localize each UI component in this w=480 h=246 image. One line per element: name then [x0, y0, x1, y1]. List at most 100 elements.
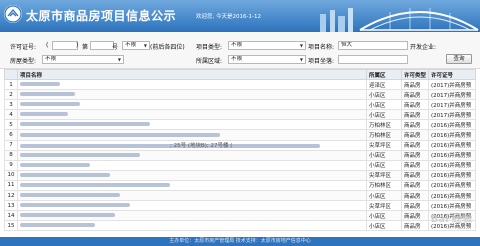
row-district: 小店区 — [366, 220, 402, 232]
row-license-number[interactable]: (2016)并商房预 — [428, 129, 476, 141]
table-row[interactable]: 9 小店区 商品房 (2016)并商房预 — [4, 159, 476, 171]
blurred-project-name[interactable] — [20, 152, 140, 157]
row-district: 小店区 — [366, 89, 402, 101]
site-title: 太原市商品房项目信息公示 — [26, 9, 177, 23]
blurred-project-name[interactable] — [20, 193, 120, 198]
blurred-project-name[interactable] — [20, 162, 90, 167]
project-name-link[interactable] — [17, 129, 367, 141]
table-row[interactable]: 14 小店区 商品房 (2016)并商房预 — [4, 210, 476, 222]
blurred-project-name[interactable] — [20, 223, 95, 228]
license-paren-close: ) — [76, 42, 79, 49]
blurred-project-name[interactable] — [20, 203, 130, 208]
row-license-number[interactable]: (2016)并商房预 — [428, 169, 476, 181]
table-row[interactable]: 15 小店区 商品房 (2016)并商房预 — [4, 220, 476, 232]
project-name-link[interactable] — [17, 89, 367, 101]
blurred-project-name[interactable] — [20, 182, 170, 187]
row-license-number[interactable]: (2016)并商房预 — [428, 159, 476, 171]
table-row[interactable]: 6 万柏林区 商品房 (2016)并商房预 — [4, 129, 476, 141]
row-license-number[interactable]: (2017)并商房预 — [428, 99, 476, 111]
project-name-link[interactable] — [17, 200, 367, 212]
row-license-number[interactable]: (2017)并商房预 — [428, 89, 476, 101]
license-type-select[interactable]: 不限 ▼ — [122, 41, 150, 50]
row-index: 3 — [4, 99, 18, 111]
row-district: 尖草坪区 — [366, 139, 402, 151]
blurred-project-name[interactable] — [20, 112, 68, 117]
header-banner: 太原市商品房项目信息公示 欢迎您, 今天是2016-1-12 — [0, 0, 480, 32]
project-name-link[interactable] — [17, 109, 367, 121]
row-license-number[interactable]: (2017)并商房预 — [428, 78, 476, 91]
row-index: 9 — [4, 159, 18, 171]
table-row[interactable]: 13 尖草坪区 商品房 (2016)并商房预 — [4, 200, 476, 212]
row-license-number[interactable]: (2016)并商房预 — [428, 139, 476, 151]
row-index: 2 — [4, 89, 18, 101]
row-district: 小店区 — [366, 159, 402, 171]
row-license-type: 商品房 — [401, 119, 429, 131]
query-button[interactable]: 查询 — [446, 54, 472, 64]
project-name-link[interactable] — [17, 190, 367, 202]
table-row[interactable]: 10 尖草坪区 商品房 (2016)并商房预 — [4, 169, 476, 181]
table-row[interactable]: 5 万柏林区 商品房 (2016)并商房预 — [4, 119, 476, 131]
project-name-input[interactable]: 恒大 — [338, 41, 408, 50]
blurred-project-name[interactable] — [20, 102, 80, 107]
site-logo-icon — [4, 5, 22, 23]
table-row[interactable]: 11 万柏林区 商品房 (2016)并商房预 — [4, 179, 476, 192]
col-license-header: 许可证号 — [428, 69, 476, 80]
license-number-input[interactable] — [90, 41, 114, 50]
district-select[interactable]: 不限 ▼ — [228, 55, 306, 64]
blurred-project-name[interactable] — [20, 92, 75, 97]
row-index: 10 — [4, 169, 18, 181]
row-license-type: 商品房 — [401, 129, 429, 141]
license-label: 许可证号: — [10, 44, 37, 51]
row-district: 小店区 — [366, 210, 402, 222]
blurred-project-name[interactable] — [20, 132, 220, 137]
project-type-select[interactable]: 不限 ▼ — [228, 41, 306, 50]
row-license-number[interactable]: (2016)并商房预 — [428, 190, 476, 202]
blurred-project-name[interactable] — [20, 213, 115, 218]
row-license-number[interactable]: (2017)并商房预 — [428, 109, 476, 121]
blurred-project-name[interactable] — [20, 82, 60, 87]
district-label: 所属区域: — [196, 58, 223, 65]
project-name-link[interactable]: ; 25号 (地块B); 27号楼 ( — [17, 139, 367, 151]
project-name-link[interactable] — [17, 179, 367, 192]
license-paren-open: ( — [46, 42, 49, 49]
row-index: 15 — [4, 220, 18, 232]
project-name-link[interactable] — [17, 78, 367, 91]
row-index: 4 — [4, 109, 18, 121]
col-index-header — [4, 69, 18, 80]
house-type-select[interactable]: 不限 ▼ — [42, 55, 124, 64]
row-license-number[interactable]: (2016)并商房预 — [428, 179, 476, 192]
watermark-logo: Bai 经验 — [430, 214, 472, 225]
project-name-link[interactable] — [17, 119, 367, 131]
table-row[interactable]: 2 小店区 商品房 (2017)并商房预 — [4, 89, 476, 101]
row-license-type: 商品房 — [401, 169, 429, 181]
license-year-input[interactable] — [52, 41, 78, 50]
project-name-link[interactable] — [17, 220, 367, 232]
row-district: 迎泽区 — [366, 78, 402, 91]
table-row[interactable]: 4 小店区 商品房 (2017)并商房预 — [4, 109, 476, 121]
project-name-link[interactable] — [17, 149, 367, 161]
project-name-link[interactable] — [17, 169, 367, 181]
blurred-project-name[interactable] — [20, 122, 150, 127]
project-name-label: 项目名称: — [308, 44, 335, 51]
row-license-type: 商品房 — [401, 89, 429, 101]
table-row[interactable]: 8 小店区 商品房 (2016)并商房预 — [4, 149, 476, 161]
table-row[interactable]: 12 小店区 商品房 (2016)并商房预 — [4, 190, 476, 202]
row-district: 小店区 — [366, 99, 402, 111]
table-row[interactable]: 1 迎泽区 商品房 (2017)并商房预 — [4, 78, 476, 91]
developer-label: 开发企业: — [410, 44, 437, 51]
address-input[interactable] — [338, 55, 408, 64]
row-license-number[interactable]: (2016)并商房预 — [428, 119, 476, 131]
search-panel: 许可证号: ( ) 第 号 不限 ▼ (前后各四位) 项目类型: 不限 ▼ 项目名称… — [0, 32, 480, 69]
row-index: 8 — [4, 149, 18, 161]
row-district: 小店区 — [366, 109, 402, 121]
row-license-type: 商品房 — [401, 78, 429, 91]
row-index: 14 — [4, 210, 18, 222]
blurred-project-name[interactable] — [20, 172, 110, 177]
table-row[interactable]: 3 小店区 商品房 (2017)并商房预 — [4, 99, 476, 111]
project-name-link[interactable] — [17, 159, 367, 171]
table-row[interactable]: 7 ; 25号 (地块B); 27号楼 (尖草坪区 商品房 (2016)并商房预 — [4, 139, 476, 151]
project-name-link[interactable] — [17, 99, 367, 111]
row-index: 5 — [4, 119, 18, 131]
row-license-number[interactable]: (2016)并商房预 — [428, 149, 476, 161]
project-name-link[interactable] — [17, 210, 367, 222]
